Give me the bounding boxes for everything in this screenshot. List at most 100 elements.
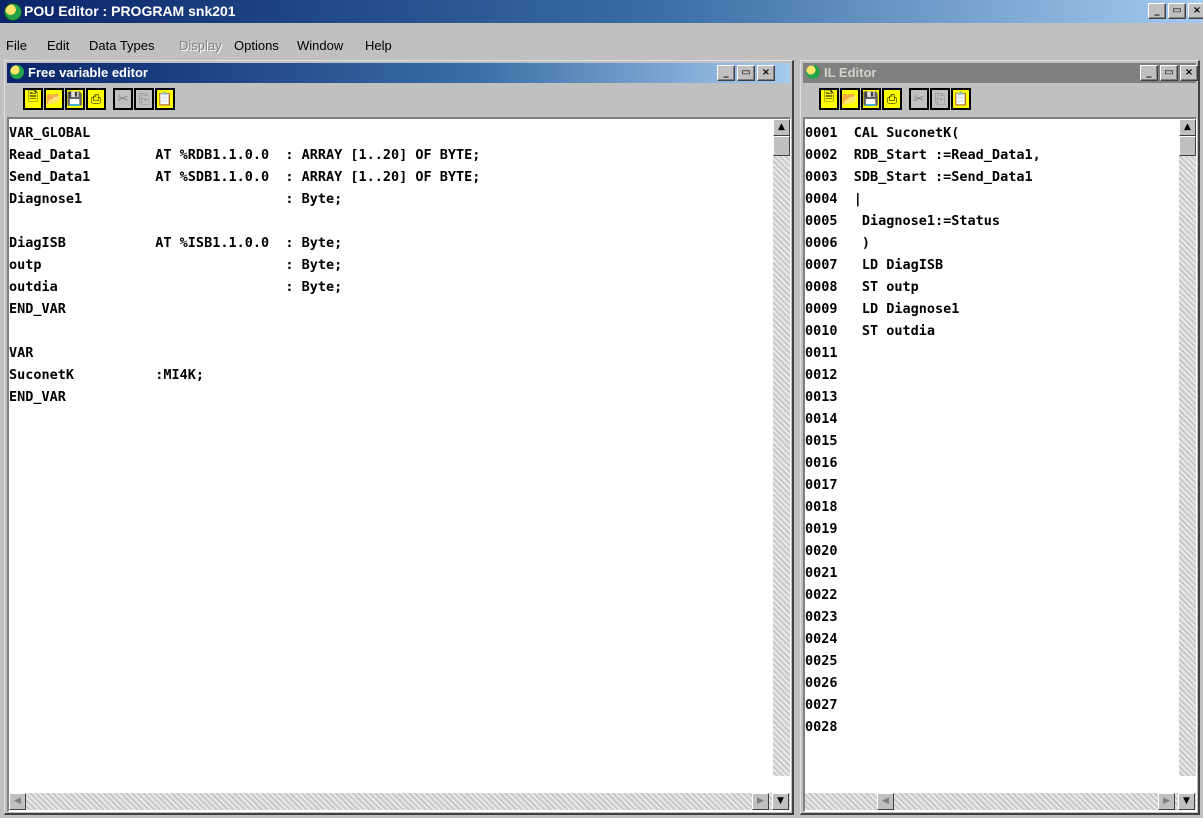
restore-icon[interactable]: ▭	[1168, 3, 1186, 19]
il-editor-title: IL Editor	[824, 65, 877, 80]
code-line[interactable]: Send_Data1 AT %SDB1.1.0.0 : ARRAY [1..20…	[9, 166, 480, 188]
code-line[interactable]: VAR	[9, 342, 480, 364]
horizontal-scrollbar[interactable]: ◀ ▶ ▼	[9, 793, 790, 810]
code-line[interactable]: END_VAR	[9, 386, 480, 408]
il-line[interactable]: 0001 CAL SuconetK(	[805, 122, 1041, 144]
il-code-lines[interactable]: 0001 CAL SuconetK(0002 RDB_Start :=Read_…	[805, 122, 1041, 738]
free-variable-editor-window: Free variable editor _ ▭ × 🗎 📂 💾 ⎙ ✂ ⎘ 📋…	[4, 60, 794, 815]
il-line[interactable]: 0028	[805, 716, 1041, 738]
cut-icon[interactable]: ✂	[909, 88, 929, 110]
window-icon	[806, 65, 820, 79]
code-line[interactable]: VAR_GLOBAL	[9, 122, 480, 144]
il-line[interactable]: 0006 )	[805, 232, 1041, 254]
print-icon[interactable]: ⎙	[86, 88, 106, 110]
il-line[interactable]: 0017	[805, 474, 1041, 496]
close-icon[interactable]: ×	[1180, 65, 1198, 81]
scroll-left-icon[interactable]: ◀	[877, 793, 894, 810]
il-line[interactable]: 0012	[805, 364, 1041, 386]
il-line[interactable]: 0010 ST outdia	[805, 320, 1041, 342]
new-icon[interactable]: 🗎	[819, 88, 839, 110]
il-line[interactable]: 0019	[805, 518, 1041, 540]
scroll-left-icon[interactable]: ◀	[9, 793, 26, 810]
variable-declarations[interactable]: VAR_GLOBAL Read_Data1 AT %RDB1.1.0.0 : AR…	[9, 122, 480, 408]
close-icon[interactable]: ×	[757, 65, 775, 81]
il-line[interactable]: 0004 |	[805, 188, 1041, 210]
menu-edit[interactable]: Edit	[47, 38, 69, 53]
horizontal-scrollbar[interactable]: ◀ ▶ ▼	[805, 793, 1196, 810]
scroll-thumb[interactable]	[773, 136, 790, 156]
main-titlebar: POU Editor : PROGRAM snk201 _ ▭ ×	[0, 0, 1203, 23]
paste-icon[interactable]: 📋	[155, 88, 175, 110]
variable-declaration-editor[interactable]: VAR_GLOBAL Read_Data1 AT %RDB1.1.0.0 : AR…	[7, 117, 791, 812]
new-icon[interactable]: 🗎	[23, 88, 43, 110]
il-line[interactable]: 0002 RDB_Start :=Read_Data1,	[805, 144, 1041, 166]
il-line[interactable]: 0027	[805, 694, 1041, 716]
code-line[interactable]: Diagnose1 : Byte;	[9, 188, 480, 210]
code-line[interactable]: Read_Data1 AT %RDB1.1.0.0 : ARRAY [1..20…	[9, 144, 480, 166]
cut-icon[interactable]: ✂	[113, 88, 133, 110]
scroll-right-icon[interactable]: ▶	[752, 793, 769, 810]
menu-help[interactable]: Help	[365, 38, 392, 53]
code-line[interactable]: SuconetK :MI4K;	[9, 364, 480, 386]
il-line[interactable]: 0007 LD DiagISB	[805, 254, 1041, 276]
scroll-up-icon[interactable]: ▲	[773, 119, 790, 136]
il-line[interactable]: 0011	[805, 342, 1041, 364]
il-line[interactable]: 0020	[805, 540, 1041, 562]
il-line[interactable]: 0005 Diagnose1:=Status	[805, 210, 1041, 232]
scroll-down-icon[interactable]: ▼	[1178, 793, 1195, 810]
il-line[interactable]: 0023	[805, 606, 1041, 628]
minimize-icon[interactable]: _	[1148, 3, 1166, 19]
menu-window[interactable]: Window	[297, 38, 343, 53]
scroll-up-icon[interactable]: ▲	[1179, 119, 1196, 136]
menu-data-types[interactable]: Data Types	[89, 38, 155, 53]
menu-options[interactable]: Options	[234, 38, 279, 53]
restore-icon[interactable]: ▭	[737, 65, 755, 81]
il-line[interactable]: 0026	[805, 672, 1041, 694]
print-icon[interactable]: ⎙	[882, 88, 902, 110]
var-editor-titlebar: Free variable editor _ ▭ ×	[7, 63, 790, 83]
main-window-title: POU Editor : PROGRAM snk201	[24, 3, 236, 19]
minimize-icon[interactable]: _	[1140, 65, 1158, 81]
code-line[interactable]: END_VAR	[9, 298, 480, 320]
code-line[interactable]: outdia : Byte;	[9, 276, 480, 298]
minimize-icon[interactable]: _	[717, 65, 735, 81]
restore-icon[interactable]: ▭	[1160, 65, 1178, 81]
il-editor-toolbar: 🗎 📂 💾 ⎙ ✂ ⎘ 📋	[803, 84, 1196, 116]
il-line[interactable]: 0025	[805, 650, 1041, 672]
scroll-down-icon[interactable]: ▼	[772, 793, 789, 810]
open-icon[interactable]: 📂	[44, 88, 64, 110]
paste-icon[interactable]: 📋	[951, 88, 971, 110]
il-line[interactable]: 0018	[805, 496, 1041, 518]
il-line[interactable]: 0013	[805, 386, 1041, 408]
open-icon[interactable]: 📂	[840, 88, 860, 110]
scroll-right-icon[interactable]: ▶	[1158, 793, 1175, 810]
save-icon[interactable]: 💾	[65, 88, 85, 110]
vertical-scrollbar[interactable]: ▲	[1179, 119, 1196, 776]
app-icon	[4, 3, 22, 21]
var-editor-title: Free variable editor	[28, 65, 148, 80]
code-line[interactable]: DiagISB AT %ISB1.1.0.0 : Byte;	[9, 232, 480, 254]
il-line[interactable]: 0021	[805, 562, 1041, 584]
vertical-scrollbar[interactable]: ▲	[773, 119, 790, 776]
il-line[interactable]: 0009 LD Diagnose1	[805, 298, 1041, 320]
il-line[interactable]: 0016	[805, 452, 1041, 474]
save-icon[interactable]: 💾	[861, 88, 881, 110]
scroll-thumb[interactable]	[1179, 136, 1196, 156]
code-line[interactable]	[9, 320, 480, 342]
menu-bar: File Edit Data Types Display Options Win…	[0, 34, 1203, 56]
il-line[interactable]: 0014	[805, 408, 1041, 430]
copy-icon[interactable]: ⎘	[930, 88, 950, 110]
menu-file[interactable]: File	[6, 38, 27, 53]
code-line[interactable]: outp : Byte;	[9, 254, 480, 276]
il-line[interactable]: 0022	[805, 584, 1041, 606]
menu-display: Display	[179, 38, 222, 53]
il-line[interactable]: 0015	[805, 430, 1041, 452]
var-editor-toolbar: 🗎 📂 💾 ⎙ ✂ ⎘ 📋	[7, 84, 790, 116]
il-line[interactable]: 0003 SDB_Start :=Send_Data1	[805, 166, 1041, 188]
il-line[interactable]: 0024	[805, 628, 1041, 650]
code-line[interactable]	[9, 210, 480, 232]
copy-icon[interactable]: ⎘	[134, 88, 154, 110]
il-code-editor[interactable]: 0001 CAL SuconetK(0002 RDB_Start :=Read_…	[803, 117, 1197, 812]
close-icon[interactable]: ×	[1188, 3, 1203, 19]
il-line[interactable]: 0008 ST outp	[805, 276, 1041, 298]
